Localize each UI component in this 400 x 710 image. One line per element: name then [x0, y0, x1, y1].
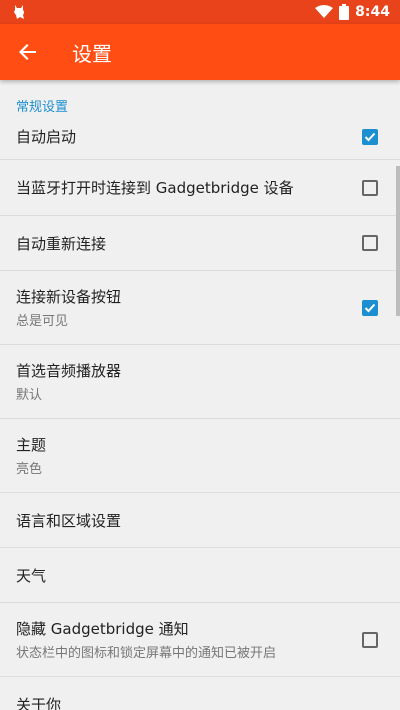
app-bar: 设置: [0, 24, 400, 80]
setting-title: 语言和区域设置: [16, 511, 122, 530]
status-time: 8:44: [355, 4, 390, 20]
setting-subtitle: 状态栏中的图标和锁定屏幕中的通知已被开启: [16, 646, 277, 661]
setting-about-you[interactable]: 关于你: [0, 677, 400, 710]
checkmark-icon: [364, 132, 376, 141]
checkbox-hide-notification[interactable]: [362, 631, 378, 648]
checkbox-bt-connect[interactable]: [362, 179, 378, 196]
cat-notification-icon: [14, 5, 24, 19]
setting-title: 自动启动: [16, 128, 77, 146]
wifi-icon: [315, 5, 334, 18]
setting-theme[interactable]: 主题 亮色: [0, 419, 400, 493]
setting-audio-player[interactable]: 首选音频播放器 默认: [0, 345, 400, 419]
setting-subtitle: 默认: [16, 388, 43, 403]
setting-auto-reconnect[interactable]: 自动重新连接: [0, 216, 400, 271]
scrollbar[interactable]: [396, 166, 400, 316]
setting-language[interactable]: 语言和区域设置: [0, 493, 400, 548]
battery-icon: [339, 4, 350, 20]
setting-autostart[interactable]: 自动启动: [0, 114, 400, 160]
setting-title: 连接新设备按钮: [16, 288, 122, 306]
setting-hide-notification[interactable]: 隐藏 Gadgetbridge 通知 状态栏中的图标和锁定屏幕中的通知已被开启: [0, 603, 400, 677]
settings-list[interactable]: 常规设置 自动启动 当蓝牙打开时连接到 Gadgetbridge 设备 自动重新…: [0, 80, 400, 710]
status-right: 8:44: [315, 4, 390, 20]
checkbox-auto-reconnect[interactable]: [362, 235, 378, 251]
setting-title: 隐藏 Gadgetbridge 通知: [16, 620, 189, 638]
checkbox-autostart[interactable]: [362, 128, 378, 145]
checkbox-connect-button[interactable]: [362, 299, 378, 316]
setting-title: 自动重新连接: [16, 234, 107, 253]
setting-title: 首选音频播放器: [16, 362, 122, 380]
status-left: [12, 4, 26, 20]
setting-title: 主题: [16, 436, 47, 454]
setting-subtitle: 总是可见: [16, 314, 69, 329]
setting-subtitle: 亮色: [16, 462, 43, 477]
back-button[interactable]: [0, 24, 56, 80]
setting-connect-button[interactable]: 连接新设备按钮 总是可见: [0, 271, 400, 345]
setting-title: 当蓝牙打开时连接到 Gadgetbridge 设备: [16, 179, 294, 197]
setting-title: 关于你: [16, 696, 62, 710]
setting-weather[interactable]: 天气: [0, 548, 400, 603]
setting-title: 天气: [16, 566, 47, 585]
arrow-back-icon: [19, 44, 36, 60]
page-title: 设置: [72, 41, 112, 66]
checkmark-icon: [364, 303, 376, 312]
setting-bt-connect[interactable]: 当蓝牙打开时连接到 Gadgetbridge 设备: [0, 160, 400, 216]
status-bar: 8:44: [0, 0, 400, 24]
section-header-general: 常规设置: [16, 100, 69, 115]
